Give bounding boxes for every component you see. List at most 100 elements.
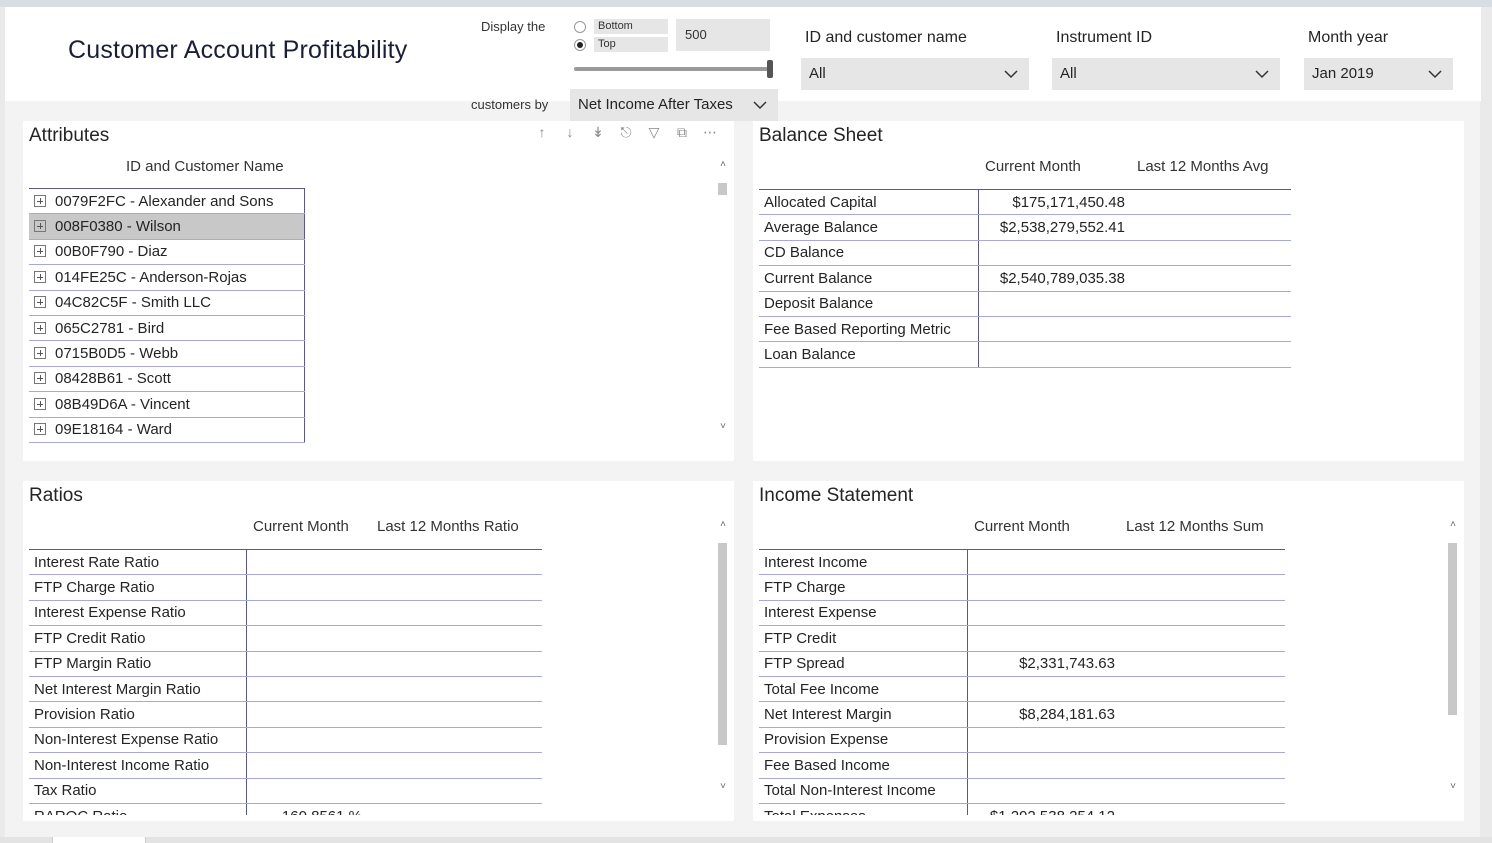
tree-row-cell[interactable]: 014FE25C - Anderson-Rojas <box>29 264 305 291</box>
income-statement-col-sum[interactable]: Last 12 Months Sum <box>1126 518 1264 535</box>
radio-top[interactable]: Top <box>574 37 668 52</box>
radio-bottom-circle[interactable] <box>574 20 586 33</box>
expand-plus-icon[interactable] <box>34 321 46 334</box>
expand-plus-icon[interactable] <box>34 296 46 309</box>
ratios-table: Interest Rate Ratio FTP Charge Ratio Inter… <box>29 549 542 815</box>
row-label: Total Non-Interest Income <box>759 778 968 804</box>
scroll-up-icon[interactable]: ˄ <box>718 159 728 170</box>
balance-sheet-table: Allocated Capital $175,171,450.48 Average … <box>759 188 1291 368</box>
row-label: Loan Balance <box>759 341 979 368</box>
last-12-months-avg-value <box>1138 188 1291 216</box>
chevron-down-icon <box>1255 70 1269 79</box>
tree-row[interactable]: 08428B61 - Scott <box>29 366 305 393</box>
month-dropdown[interactable]: Jan 2019 <box>1304 58 1453 90</box>
ratios-scrollbar-thumb[interactable] <box>718 543 727 745</box>
radio-top-circle[interactable] <box>574 38 586 51</box>
tree-row-cell[interactable]: 09E18164 - Ward <box>29 417 305 443</box>
tree-row-cell[interactable]: 08428B61 - Scott <box>29 366 305 393</box>
expand-plus-icon[interactable] <box>34 194 46 207</box>
current-month-value <box>246 676 370 703</box>
tree-row-cell[interactable]: 08B49D6A - Vincent <box>29 391 305 418</box>
expand-plus-icon[interactable] <box>34 423 46 436</box>
table-row: Total Fee Income <box>759 676 1285 703</box>
current-month-value <box>246 752 370 779</box>
tree-row[interactable]: 0079F2FC - Alexander and Sons <box>29 188 305 215</box>
month-filter-label: Month year <box>1308 29 1389 46</box>
current-month-value <box>246 574 370 601</box>
radio-bottom[interactable]: Bottom <box>574 19 668 34</box>
income-statement-scrollbar-thumb[interactable] <box>1448 543 1457 715</box>
attributes-table: 0079F2FC - Alexander and Sons 008F0380 - … <box>29 188 305 443</box>
row-label: FTP Credit <box>759 625 968 652</box>
tree-row-cell[interactable]: 0715B0D5 - Webb <box>29 340 305 367</box>
expand-plus-icon[interactable] <box>34 397 46 410</box>
count-slider-handle[interactable] <box>767 60 773 78</box>
current-month-value <box>967 752 1117 779</box>
income-statement-table: Interest Income FTP Charge Interest Expens… <box>759 549 1285 815</box>
tree-row[interactable]: 04C82C5F - Smith LLC <box>29 290 305 316</box>
last-12-months-sum-value <box>1117 676 1285 703</box>
tree-row[interactable]: 0715B0D5 - Webb <box>29 340 305 367</box>
balance-sheet-col-avg[interactable]: Last 12 Months Avg <box>1137 158 1268 175</box>
scroll-up-icon[interactable]: ˄ <box>718 519 728 530</box>
current-month-value <box>978 240 1138 267</box>
tree-row-cell[interactable]: 0079F2FC - Alexander and Sons <box>29 188 305 215</box>
attributes-title: Attributes <box>29 125 110 146</box>
expand-plus-icon[interactable] <box>34 270 46 283</box>
table-row: FTP Charge Ratio <box>29 574 542 601</box>
last-12-months-avg-value <box>1138 265 1291 292</box>
income-statement-col-current[interactable]: Current Month <box>974 518 1070 535</box>
scroll-down-icon[interactable]: ˅ <box>718 421 728 432</box>
last-12-months-ratio-value <box>370 701 542 728</box>
page-tab[interactable] <box>52 837 146 843</box>
count-input[interactable]: 500 <box>676 19 770 51</box>
focus-mode-icon[interactable]: ⧉ <box>673 124 691 141</box>
table-row: Current Balance $2,540,789,035.38 <box>759 265 1291 292</box>
filter-icon[interactable]: ▽ <box>645 124 663 141</box>
row-label: FTP Charge <box>759 574 968 601</box>
expand-plus-icon[interactable] <box>34 372 46 385</box>
arrow-down-icon[interactable]: ↓ <box>561 124 579 141</box>
tree-row-cell[interactable]: 00B0F790 - Diaz <box>29 239 305 266</box>
expand-plus-icon[interactable] <box>34 220 46 233</box>
tree-row[interactable]: 09E18164 - Ward <box>29 417 305 443</box>
scroll-down-icon[interactable]: ˅ <box>1448 781 1458 792</box>
id-customer-dropdown[interactable]: All <box>801 58 1029 90</box>
expand-plus-icon[interactable] <box>34 347 46 360</box>
last-12-months-ratio-value <box>370 549 542 576</box>
scroll-up-icon[interactable]: ˄ <box>1448 519 1458 530</box>
tree-row[interactable]: 014FE25C - Anderson-Rojas <box>29 264 305 291</box>
last-12-months-avg-value <box>1138 316 1291 343</box>
more-options-icon[interactable]: ⋯ <box>701 124 719 141</box>
tree-row-cell[interactable]: 008F0380 - Wilson <box>29 213 305 240</box>
current-month-value <box>978 291 1138 317</box>
tree-row[interactable]: 065C2781 - Bird <box>29 315 305 342</box>
attributes-scrollbar-thumb[interactable] <box>718 183 727 195</box>
double-arrow-down-icon[interactable]: ↡ <box>589 124 607 141</box>
balance-sheet-col-current[interactable]: Current Month <box>985 158 1081 175</box>
scroll-down-icon[interactable]: ˅ <box>718 781 728 792</box>
current-month-value: $2,538,279,552.41 <box>978 214 1138 241</box>
last-12-months-sum-value <box>1117 778 1285 804</box>
current-month-value <box>246 625 370 652</box>
measure-dropdown[interactable]: Net Income After Taxes <box>570 89 778 121</box>
ratios-col-ratio[interactable]: Last 12 Months Ratio <box>377 518 519 535</box>
tree-row[interactable]: 08B49D6A - Vincent <box>29 391 305 418</box>
row-label: Deposit Balance <box>759 291 979 317</box>
tree-row[interactable]: 008F0380 - Wilson <box>29 213 305 240</box>
expand-plus-icon[interactable] <box>34 245 46 258</box>
tree-row-cell[interactable]: 04C82C5F - Smith LLC <box>29 290 305 316</box>
table-row: Tax Ratio <box>29 778 542 804</box>
tree-row-cell[interactable]: 065C2781 - Bird <box>29 315 305 342</box>
row-label: Interest Rate Ratio <box>29 549 247 576</box>
ratios-col-current[interactable]: Current Month <box>253 518 349 535</box>
row-label: Provision Expense <box>759 727 968 754</box>
hierarchy-icon[interactable]: ⎋ <box>617 124 635 141</box>
attributes-column-header[interactable]: ID and Customer Name <box>126 158 284 175</box>
tree-row[interactable]: 00B0F790 - Diaz <box>29 239 305 266</box>
arrow-up-icon[interactable]: ↑ <box>533 124 551 141</box>
customer-name: 08428B61 - Scott <box>55 370 171 388</box>
count-slider-track[interactable] <box>574 67 772 71</box>
instrument-dropdown[interactable]: All <box>1052 58 1280 90</box>
income-statement-table-viewport: Interest Income FTP Charge Interest Expens… <box>759 549 1299 815</box>
